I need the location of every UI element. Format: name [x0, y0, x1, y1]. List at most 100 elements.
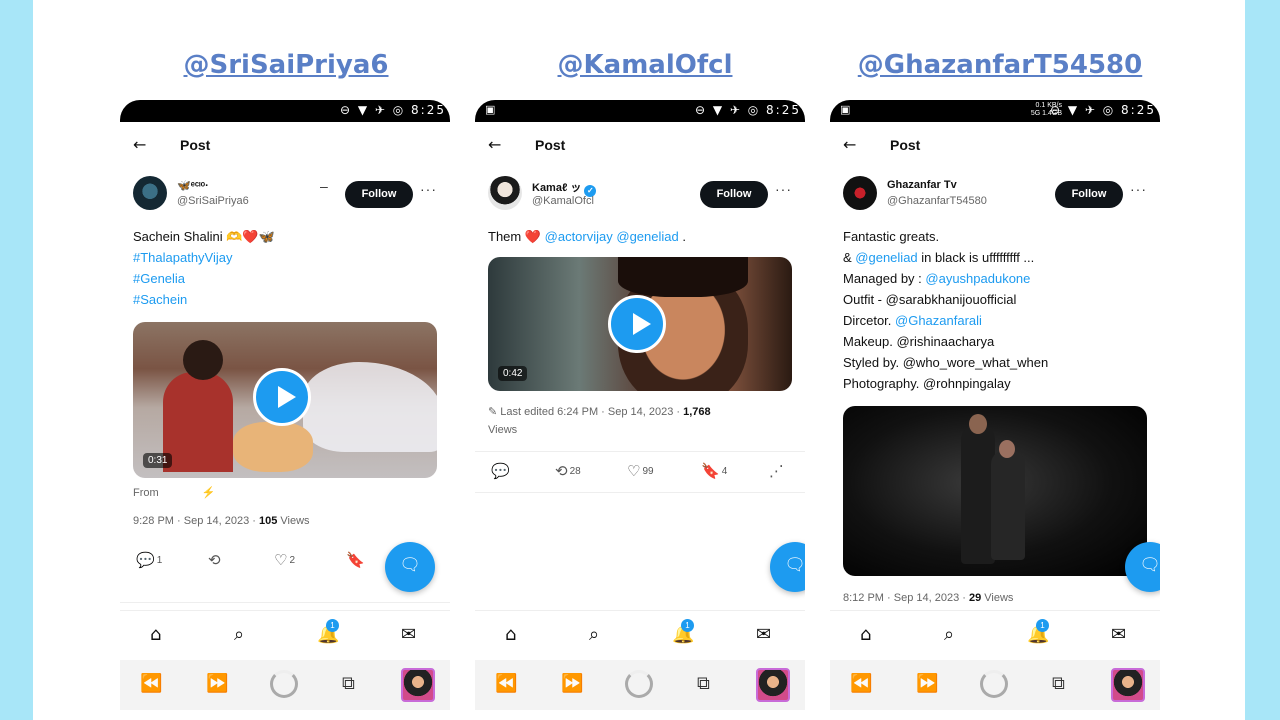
tweet-text-line: Managed by : @ayushpadukone: [843, 271, 1031, 286]
timestamp-text: 9:28 PM · Sep 14, 2023 ·: [133, 515, 259, 527]
user-avatar[interactable]: [401, 668, 435, 702]
photo-figure-head: [969, 414, 987, 434]
forward-icon[interactable]: ⏩: [206, 673, 228, 694]
handle-title-2[interactable]: @KamalOfcl: [480, 50, 810, 80]
notifications-icon[interactable]: 🔔 1: [317, 619, 339, 645]
compose-reply-fab-icon[interactable]: [1125, 542, 1160, 592]
compose-reply-fab-icon[interactable]: [770, 542, 805, 592]
home-icon[interactable]: ⌂: [150, 624, 161, 645]
loading-ring-icon[interactable]: [270, 670, 298, 698]
retweet-icon[interactable]: ⟲: [208, 551, 221, 569]
follow-button[interactable]: Follow: [345, 181, 413, 208]
handle-title-3[interactable]: @GhazanfarT54580: [835, 50, 1165, 80]
loading-ring-icon[interactable]: [625, 670, 653, 698]
mention-link[interactable]: @Ghazanfarali: [895, 313, 982, 328]
back-arrow-icon[interactable]: ←: [133, 135, 146, 154]
notifications-icon[interactable]: 🔔 1: [1027, 619, 1049, 645]
forward-icon[interactable]: ⏩: [561, 673, 583, 694]
author-handle[interactable]: @SriSaiPriya6: [177, 195, 249, 207]
back-arrow-icon[interactable]: ←: [843, 135, 856, 154]
retweet-button[interactable]: ⟲ 28: [555, 462, 581, 480]
cards-icon[interactable]: ⧉: [342, 673, 355, 694]
search-icon[interactable]: ⌕: [944, 624, 954, 645]
avatar[interactable]: [133, 176, 167, 210]
system-nav: ⏪ ⏩ ⧉: [830, 660, 1160, 710]
divider: [475, 492, 805, 493]
more-options-icon[interactable]: ···: [420, 181, 437, 197]
mention-link[interactable]: @ayushpadukone: [925, 271, 1030, 286]
messages-icon[interactable]: ✉: [756, 624, 771, 645]
edit-icon: ✎: [488, 406, 498, 418]
tweet-text: Them ❤️ @actorvijay @geneliad .: [475, 218, 805, 247]
hashtag-link[interactable]: #Genelia: [133, 268, 437, 289]
like-button[interactable]: ♡ 2: [274, 551, 295, 569]
avatar[interactable]: [843, 176, 877, 210]
edited-text[interactable]: Last edited 6:24 PM · Sep 14, 2023 ·: [500, 406, 683, 418]
photo-thumbnail[interactable]: [843, 406, 1147, 576]
reply-button[interactable]: 💬 1: [136, 551, 162, 569]
rewind-icon[interactable]: ⏪: [495, 673, 517, 694]
author-name[interactable]: 🦋ᵉᶜᶦᵒ·: [177, 179, 209, 192]
video-thumbnail[interactable]: 0:42: [488, 257, 792, 391]
share-icon[interactable]: ⋰: [769, 462, 784, 480]
rewind-icon[interactable]: ⏪: [850, 673, 872, 694]
home-icon[interactable]: ⌂: [860, 624, 871, 645]
image-notification-icon: ▣: [485, 103, 496, 116]
status-icons: ⊖ ▼ ✈ ◎ 8:25: [1049, 103, 1156, 117]
views-count: 105: [258, 515, 278, 527]
rewind-icon[interactable]: ⏪: [140, 673, 162, 694]
play-icon[interactable]: [253, 368, 311, 426]
play-icon[interactable]: [608, 295, 666, 353]
compose-reply-fab-icon[interactable]: [385, 542, 435, 592]
bookmark-icon: 🔖: [701, 462, 720, 480]
cards-icon[interactable]: ⧉: [1052, 673, 1065, 694]
reply-icon[interactable]: 💬: [491, 462, 510, 480]
user-avatar[interactable]: [1111, 668, 1145, 702]
back-arrow-icon[interactable]: ←: [488, 135, 501, 154]
mention-link[interactable]: @geneliad: [855, 250, 917, 265]
page-title: Post: [180, 137, 211, 153]
video-thumbnail[interactable]: 0:31: [133, 322, 437, 478]
more-options-icon[interactable]: ···: [1130, 181, 1147, 197]
system-nav: ⏪ ⏩ ⧉: [475, 660, 805, 710]
avatar[interactable]: [488, 176, 522, 210]
tweet-text-line: Makeup. @rishinaacharya: [843, 334, 995, 349]
mention-link[interactable]: @geneliad: [616, 229, 678, 244]
views-label: Views: [277, 515, 310, 527]
tweet-text-line: Photography. @rohnpingalay: [843, 376, 1011, 391]
messages-icon[interactable]: ✉: [1111, 624, 1126, 645]
author-name[interactable]: Ghazanfar Tv: [887, 179, 957, 191]
handle-title-1[interactable]: @SriSaiPriya6: [121, 50, 451, 80]
video-cloth: [303, 362, 437, 452]
tweet-text-line: Outfit - @sarabkhanijouofficial: [843, 292, 1017, 307]
status-icons: ⊖ ▼ ✈ ◎ 8:25: [339, 103, 446, 117]
bookmark-button[interactable]: 🔖 4: [701, 462, 727, 480]
home-icon[interactable]: ⌂: [505, 624, 516, 645]
phone-screen-2: ▣ ⊖ ▼ ✈ ◎ 8:25 ← Post Kamaℓ ッ ✓ @KamalOfc…: [475, 100, 805, 720]
tweet-text-line: Them ❤️ @actorvijay @geneliad .: [488, 229, 686, 244]
follow-button[interactable]: Follow: [1055, 181, 1123, 208]
hashtag-link[interactable]: #Sachein: [133, 289, 437, 310]
forward-icon[interactable]: ⏩: [916, 673, 938, 694]
search-icon[interactable]: ⌕: [589, 624, 599, 645]
more-options-icon[interactable]: ···: [775, 181, 792, 197]
search-icon[interactable]: ⌕: [234, 624, 244, 645]
follow-button[interactable]: Follow: [700, 181, 768, 208]
mention-link[interactable]: @actorvijay: [545, 229, 613, 244]
author-handle[interactable]: @KamalOfcl: [532, 195, 594, 207]
loading-ring-icon[interactable]: [980, 670, 1008, 698]
cards-icon[interactable]: ⧉: [697, 673, 710, 694]
author-handle[interactable]: @GhazanfarT54580: [887, 195, 987, 207]
like-button[interactable]: ♡ 99: [627, 462, 654, 480]
notification-badge: 1: [681, 619, 694, 632]
like-count: 99: [642, 466, 654, 477]
messages-icon[interactable]: ✉: [401, 624, 416, 645]
user-avatar[interactable]: [756, 668, 790, 702]
screenshot-canvas: @SriSaiPriya6 @KamalOfcl @GhazanfarT5458…: [33, 0, 1245, 720]
page-title: Post: [535, 137, 566, 153]
notifications-icon[interactable]: 🔔 1: [672, 619, 694, 645]
hashtag-link[interactable]: #ThalapathyVijay: [133, 247, 437, 268]
notification-badge: 1: [1036, 619, 1049, 632]
bookmark-icon[interactable]: 🔖: [346, 551, 365, 569]
video-duration: 0:42: [498, 366, 528, 381]
